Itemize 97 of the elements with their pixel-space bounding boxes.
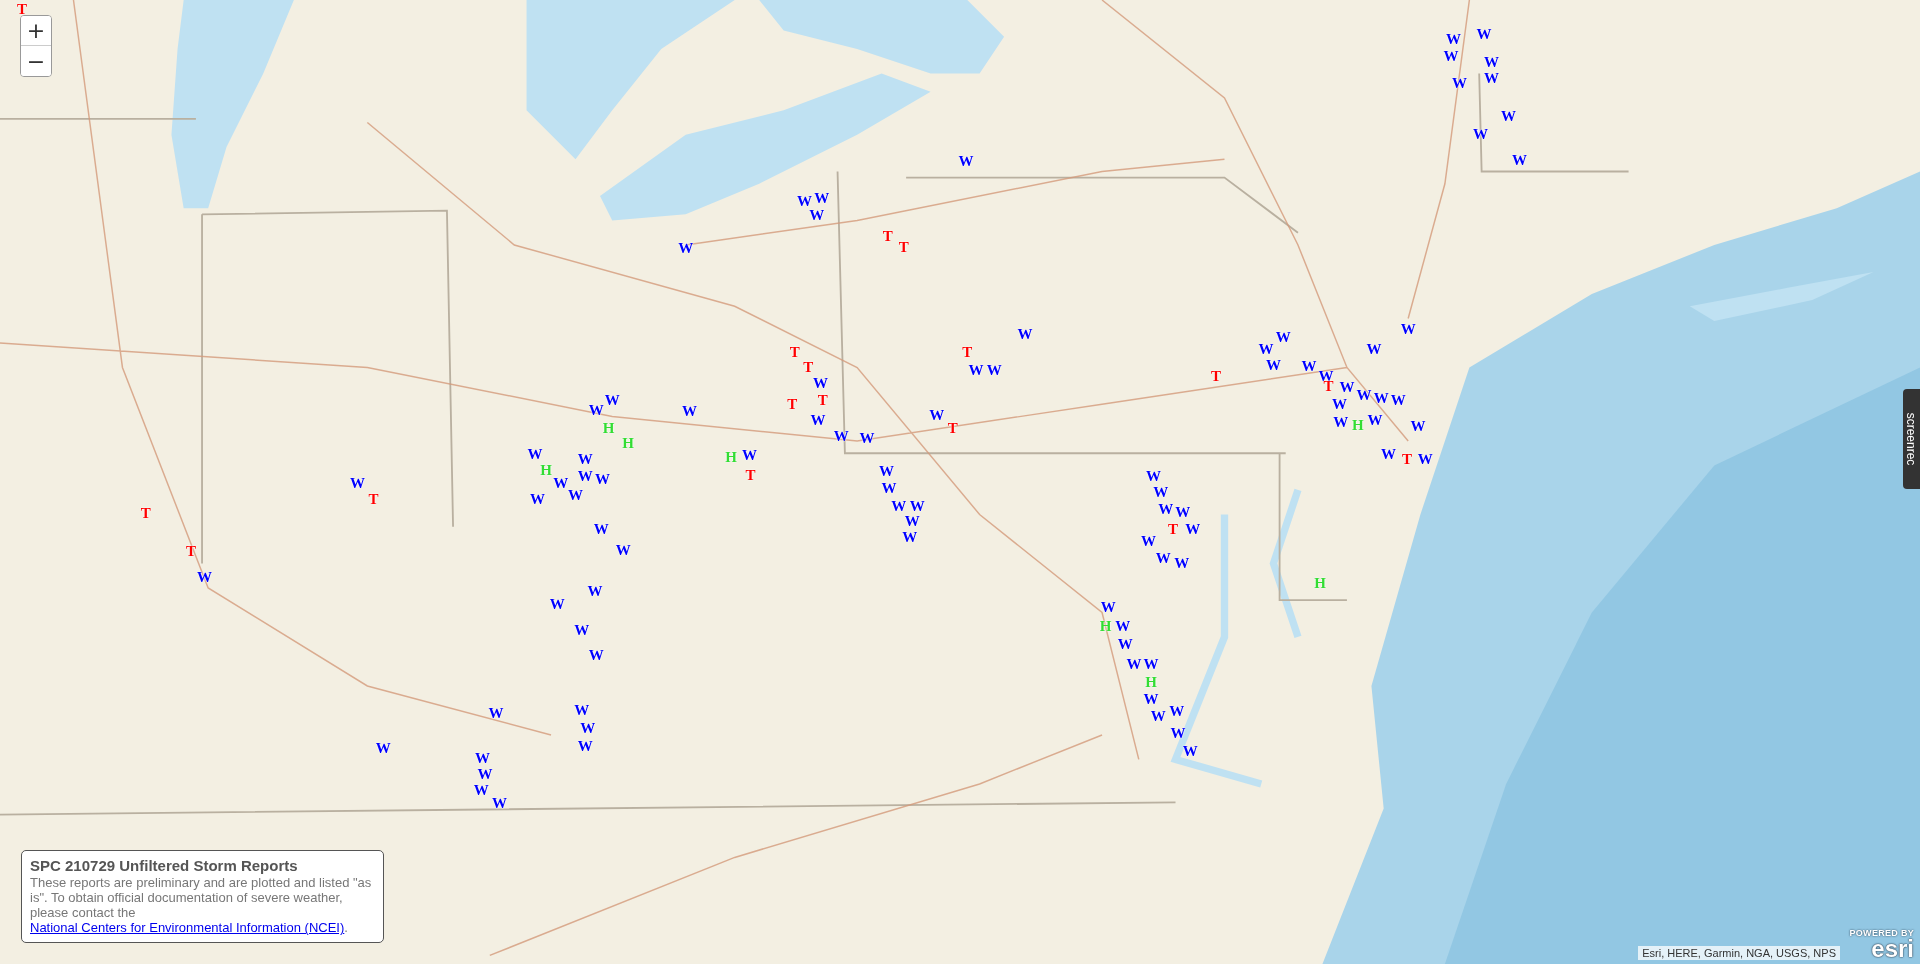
wind-report-marker[interactable]: W <box>681 403 697 419</box>
wind-report-marker[interactable]: W <box>678 240 694 256</box>
logo-caption: POWERED BY <box>1849 928 1914 939</box>
wind-report-marker[interactable]: W <box>1170 725 1186 741</box>
wind-report-marker[interactable]: W <box>549 596 565 612</box>
wind-report-marker[interactable]: W <box>1169 703 1185 719</box>
wind-report-marker[interactable]: W <box>1185 521 1201 537</box>
wind-report-marker[interactable]: W <box>968 362 984 378</box>
wind-report-marker[interactable]: W <box>1381 446 1397 462</box>
wind-report-marker[interactable]: W <box>1445 31 1461 47</box>
wind-report-marker[interactable]: W <box>1472 126 1488 142</box>
wind-report-marker[interactable]: W <box>574 623 590 638</box>
wind-report-marker[interactable]: W <box>588 647 604 663</box>
wind-report-marker[interactable]: W <box>473 782 489 798</box>
esri-logo: esri <box>1871 938 1914 960</box>
wind-report-marker[interactable]: W <box>814 190 830 206</box>
wind-report-marker[interactable]: W <box>1483 54 1499 70</box>
zoom-in-button[interactable]: + <box>21 16 51 46</box>
wind-report-marker[interactable]: W <box>530 491 546 507</box>
wind-report-marker[interactable]: W <box>1155 550 1171 566</box>
wind-report-marker[interactable]: W <box>1339 379 1355 395</box>
wind-report-marker[interactable]: W <box>1443 48 1459 64</box>
wind-report-marker[interactable]: W <box>1100 599 1116 615</box>
recorder-side-tab[interactable]: screenrec <box>1903 389 1920 489</box>
wind-report-marker[interactable]: W <box>1483 70 1499 86</box>
wind-report-marker[interactable]: W <box>197 569 212 585</box>
wind-report-marker[interactable]: W <box>568 487 583 502</box>
wind-report-marker[interactable]: W <box>580 720 596 736</box>
wind-report-marker[interactable]: W <box>474 750 490 766</box>
wind-report-marker[interactable]: W <box>488 705 504 721</box>
wind-report-marker[interactable]: W <box>1390 392 1406 408</box>
wind-report-marker[interactable]: W <box>1417 451 1433 467</box>
wind-report-marker[interactable]: W <box>577 451 593 467</box>
legend-title: SPC 210729 Unfiltered Storm Reports <box>30 857 299 875</box>
wind-report-marker[interactable]: W <box>574 702 590 718</box>
wind-report-marker[interactable]: W <box>577 738 593 754</box>
wind-report-marker[interactable]: W <box>902 529 918 545</box>
wind-report-marker[interactable]: W <box>879 463 894 479</box>
wind-report-marker[interactable]: W <box>812 375 828 391</box>
wind-report-marker[interactable]: W <box>527 446 543 462</box>
wind-report-marker[interactable]: W <box>1175 504 1191 520</box>
wind-report-marker[interactable]: W <box>1400 321 1416 337</box>
wind-report-marker[interactable]: W <box>594 471 610 487</box>
wind-report-marker[interactable]: W <box>1126 656 1142 672</box>
wind-report-marker[interactable]: W <box>1145 468 1161 484</box>
wind-report-marker[interactable]: W <box>1410 418 1426 434</box>
wind-report-marker[interactable]: W <box>1117 636 1133 652</box>
wind-report-marker[interactable]: W <box>1367 412 1383 428</box>
wind-report-marker[interactable]: W <box>604 392 620 408</box>
wind-report-marker[interactable]: W <box>1512 152 1528 168</box>
wind-report-marker[interactable]: W <box>1017 326 1033 342</box>
wind-report-marker[interactable]: W <box>833 428 849 444</box>
wind-report-marker[interactable]: W <box>1301 358 1317 374</box>
wind-report-marker[interactable]: W <box>1452 75 1468 91</box>
wind-report-marker[interactable]: W <box>1501 108 1517 124</box>
wind-report-marker[interactable]: W <box>1143 691 1159 707</box>
wind-report-marker[interactable]: W <box>881 480 897 496</box>
wind-report-marker[interactable]: W <box>1150 708 1166 724</box>
wind-report-marker[interactable]: W <box>587 583 603 599</box>
wind-report-marker[interactable]: W <box>904 513 920 529</box>
wind-report-marker[interactable]: W <box>741 447 757 463</box>
legend-text: These reports are preliminary and are plotted and listed "as is". To obtain official documentation of severe weather, please contact the National Centers for Environmental Information (NCEI). <box>30 876 373 936</box>
wind-report-marker[interactable]: W <box>1476 26 1492 42</box>
wind-report-marker[interactable]: W <box>615 542 631 558</box>
wind-report-marker[interactable]: W <box>1141 533 1157 549</box>
wind-report-marker[interactable]: W <box>1174 555 1190 571</box>
wind-report-marker[interactable]: W <box>1258 341 1274 357</box>
wind-report-marker[interactable]: W <box>492 795 508 811</box>
wind-report-marker[interactable]: W <box>1115 618 1131 634</box>
wind-report-marker[interactable]: W <box>929 407 945 423</box>
wind-report-marker[interactable]: W <box>588 402 604 418</box>
wind-report-marker[interactable]: W <box>859 430 875 446</box>
wind-report-marker[interactable]: W <box>1275 329 1291 344</box>
wind-report-marker[interactable]: W <box>1332 396 1348 412</box>
wind-report-marker[interactable]: W <box>1356 387 1372 403</box>
wind-report-marker[interactable]: W <box>891 498 907 514</box>
wind-report-marker[interactable]: W <box>909 498 925 514</box>
wind-report-marker[interactable]: W <box>1143 656 1159 672</box>
wind-report-marker[interactable]: W <box>958 153 974 169</box>
wind-report-marker[interactable]: W <box>810 412 826 428</box>
wind-report-marker[interactable]: W <box>375 740 391 756</box>
wind-report-marker[interactable]: W <box>1333 414 1349 430</box>
wind-report-marker[interactable]: W <box>1182 743 1198 758</box>
wind-report-marker[interactable]: W <box>809 207 825 223</box>
wind-report-marker[interactable]: W <box>797 193 812 209</box>
wind-report-marker[interactable]: W <box>1373 390 1389 406</box>
wind-report-marker[interactable]: W <box>477 766 493 782</box>
wind-report-marker[interactable]: W <box>350 476 366 491</box>
wind-report-marker[interactable]: W <box>1158 501 1174 517</box>
wind-report-marker[interactable]: W <box>1153 484 1169 500</box>
wind-report-marker[interactable]: W <box>553 476 569 491</box>
wind-report-marker[interactable]: W <box>986 362 1002 378</box>
wind-report-marker[interactable]: W <box>1366 341 1382 357</box>
wind-report-marker[interactable]: W <box>593 521 609 537</box>
wind-report-marker[interactable]: W <box>577 468 593 484</box>
wind-report-marker[interactable]: W <box>1265 357 1281 373</box>
map-attribution: Esri, HERE, Garmin, NGA, USGS, NPS <box>1638 946 1840 960</box>
